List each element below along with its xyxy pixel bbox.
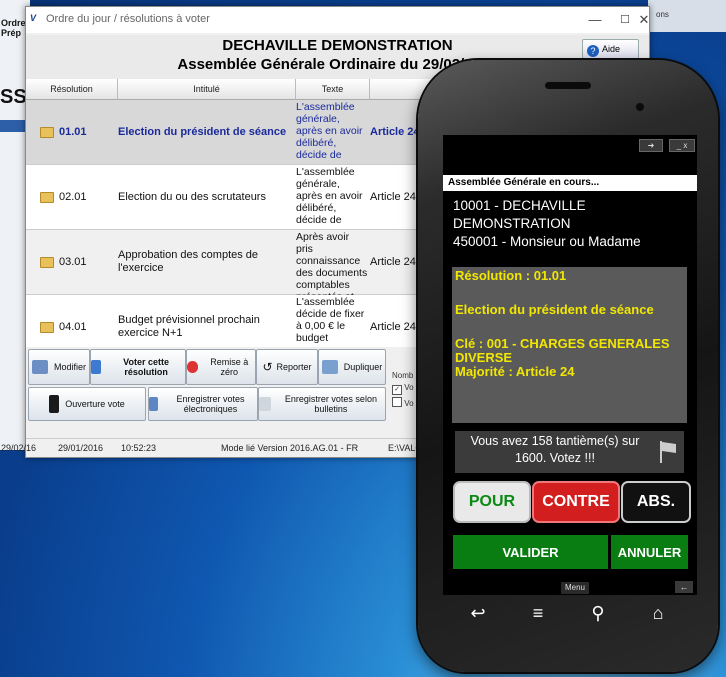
row-title: Budget prévisionnel prochain exercice N+… xyxy=(118,314,260,339)
row-number: 04.01 xyxy=(59,321,87,333)
reset-icon xyxy=(187,361,198,373)
folder-icon xyxy=(40,321,54,333)
cle-label: Clé : 001 - CHARGES GENERALES DIVERSE xyxy=(455,336,670,365)
row-title: Election du président de séance xyxy=(118,125,287,138)
checkbox-2[interactable] xyxy=(392,397,402,407)
flag-icon xyxy=(660,441,676,463)
owner-info: 10001 - DECHAVILLE DEMONSTRATION 450001 … xyxy=(453,198,641,249)
status-date1: 29/02/16 xyxy=(1,443,37,453)
phone-icon xyxy=(49,395,60,413)
row-number: 03.01 xyxy=(59,256,87,268)
edit-icon xyxy=(31,360,48,374)
row-number: 02.01 xyxy=(59,191,87,203)
folder-icon xyxy=(40,256,54,268)
col-header-intitule[interactable]: Intitulé xyxy=(118,79,296,100)
help-button[interactable]: ?Aide (F1) xyxy=(582,39,639,72)
rotate-button[interactable]: ➜ xyxy=(639,139,663,152)
row-text: Après avoir pris connaissance des docume… xyxy=(296,231,368,295)
home-icon[interactable]: ⌂ xyxy=(638,600,678,626)
search-icon[interactable]: ⚲ xyxy=(578,600,618,626)
back-small-button[interactable]: ← xyxy=(675,581,693,593)
syndic-name: DECHAVILLE DEMONSTRATION xyxy=(222,37,453,54)
reporter-button[interactable]: ↺ Reporter xyxy=(256,349,318,385)
enregistrer-votes-bulletins-button[interactable]: Enregistrer votes selon bulletins xyxy=(258,387,386,421)
folder-icon xyxy=(40,191,54,203)
background-window-corner: ons xyxy=(648,0,726,32)
status-mode: Mode lié Version 2016.AG.01 - FR xyxy=(221,443,359,453)
vote-icon xyxy=(91,360,102,374)
modifier-button[interactable]: Modifier xyxy=(28,349,90,385)
folder-icon xyxy=(40,126,54,138)
help-icon: ? xyxy=(587,45,599,57)
phone-nav-bar: ↩ ≡ ⚲ ⌂ xyxy=(452,600,688,626)
votes-info: Vous avez 158 tantième(s) sur 1600. Vote… xyxy=(455,431,684,473)
ouverture-vote-button[interactable]: Ouverture vote xyxy=(28,387,146,421)
ballot-icon xyxy=(259,397,271,411)
minimize-button[interactable]: — xyxy=(580,10,610,30)
valider-button[interactable]: VALIDER xyxy=(453,535,608,569)
duplicate-icon xyxy=(321,360,338,374)
enregistrer-votes-electroniques-button[interactable]: Enregistrer votes électroniques xyxy=(148,387,258,421)
earpiece xyxy=(545,82,591,89)
resolution-title: Election du président de séance xyxy=(455,302,654,317)
row-number: 01.01 xyxy=(59,126,87,138)
electronic-vote-icon xyxy=(149,397,158,411)
minimize-close-button[interactable]: _ x xyxy=(669,139,695,152)
status-time: 10:52:23 xyxy=(121,443,157,453)
window-title: Ordre du jour / résolutions à voter xyxy=(46,13,210,25)
row-text: L'assemblée décide de fixer à 0,00 € le … xyxy=(296,296,365,344)
row-text: L'assemblée générale, après en avoir dél… xyxy=(296,101,363,161)
row-text: L'assemblée générale, après en avoir dél… xyxy=(296,166,363,226)
resolution-box: Résolution : 01.01 Election du président… xyxy=(452,267,687,423)
nombre-label: Nomb ✓ Vo Vo xyxy=(392,371,414,408)
contre-button[interactable]: CONTRE xyxy=(532,481,620,523)
remise-a-zero-button[interactable]: Remise à zéro xyxy=(186,349,256,385)
menu-button[interactable]: Menu xyxy=(561,582,589,594)
phone-status-bar: ➜ _ x xyxy=(443,135,697,155)
col-header-texte[interactable]: Texte xyxy=(296,79,370,100)
app-logo-icon: V xyxy=(30,13,37,23)
dupliquer-button[interactable]: Dupliquer xyxy=(318,349,386,385)
assembly-banner: Assemblée Générale en cours... xyxy=(443,175,697,191)
status-date2: 29/01/2016 xyxy=(58,443,104,453)
col-header-resolution[interactable]: Résolution xyxy=(26,79,118,100)
annuler-button[interactable]: ANNULER xyxy=(611,535,688,569)
back-icon[interactable]: ↩ xyxy=(458,600,498,626)
menu-icon[interactable]: ≡ xyxy=(518,600,558,626)
pour-button[interactable]: POUR xyxy=(453,481,531,523)
title-bar: V Ordre du jour / résolutions à voter — … xyxy=(26,7,649,33)
row-title: Election du ou des scrutateurs xyxy=(118,191,266,203)
bg-label: Ordre Prép xyxy=(1,18,26,38)
postpone-icon: ↺ xyxy=(262,360,273,374)
close-button[interactable]: ✕ xyxy=(638,10,650,30)
voter-resolution-button[interactable]: Voter cette résolution xyxy=(90,349,186,385)
checkbox-1[interactable]: ✓ xyxy=(392,385,402,395)
phone-screen: ➜ _ x Assemblée Générale en cours... 100… xyxy=(443,135,697,595)
abstention-button[interactable]: ABS. xyxy=(621,481,691,523)
maximize-button[interactable]: ☐ xyxy=(610,10,640,30)
resolution-number: Résolution : 01.01 xyxy=(455,268,567,283)
camera-dot xyxy=(636,103,644,111)
majorite-label: Majorité : Article 24 xyxy=(455,364,575,379)
row-title: Approbation des comptes de l'exercice xyxy=(118,249,259,274)
